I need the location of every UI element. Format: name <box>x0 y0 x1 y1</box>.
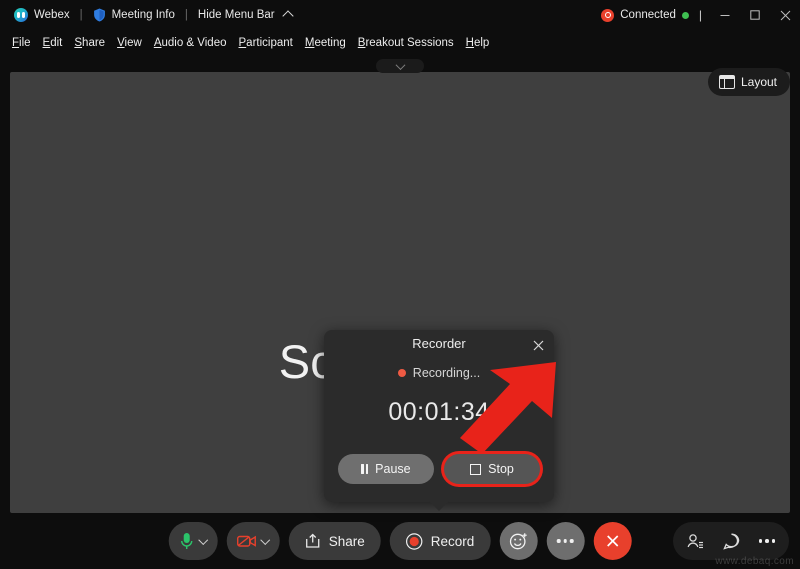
menu-item-view[interactable]: View <box>111 34 148 52</box>
chevron-up-icon <box>281 10 294 22</box>
record-circle-icon <box>406 532 423 550</box>
more-options-button[interactable] <box>546 522 585 560</box>
reaction-smiley-icon <box>509 533 527 550</box>
hide-menu-bar-label: Hide Menu Bar <box>197 9 275 21</box>
menu-rest-participant: articipant <box>246 36 293 49</box>
video-toggle-group[interactable] <box>226 522 280 560</box>
menu-rest-breakout: reakout Sessions <box>365 36 454 49</box>
title-bar-separator-2: | <box>184 9 188 21</box>
collapse-header-button[interactable] <box>376 59 424 73</box>
chat-panel-button[interactable] <box>713 523 749 559</box>
menu-rest-view: iew <box>124 36 142 49</box>
menu-item-audio-video[interactable]: Audio & Video <box>148 34 233 52</box>
stop-button-label: Stop <box>488 462 514 476</box>
menu-item-breakout-sessions[interactable]: Breakout Sessions <box>352 34 460 52</box>
menu-rest-share: hare <box>82 36 106 49</box>
layout-button-label: Layout <box>740 75 777 89</box>
app-name-label: Webex <box>34 9 70 21</box>
connection-status[interactable]: Connected <box>601 8 689 22</box>
participants-panel-button[interactable] <box>677 523 713 559</box>
recorder-timer: 00:01:34 <box>388 398 490 426</box>
chat-bubble-icon <box>722 533 739 550</box>
recording-indicator-icon <box>601 8 615 22</box>
menu-item-meeting[interactable]: Meeting <box>299 34 352 52</box>
title-bar-separator-1: | <box>79 9 83 21</box>
control-bar-center-group: Share Record <box>168 522 632 560</box>
more-options-icon <box>557 539 574 543</box>
menu-item-edit[interactable]: Edit <box>37 34 69 52</box>
layout-grid-icon <box>718 75 735 89</box>
title-bar-left-group: Webex | Meeting Info | Hide Menu Bar <box>0 6 298 24</box>
meeting-info-label: Meeting Info <box>111 9 175 21</box>
title-bar: Webex | Meeting Info | Hide Menu Bar Con… <box>0 0 800 30</box>
menu-item-share[interactable]: Share <box>68 34 111 52</box>
mute-toggle-group[interactable] <box>168 522 218 560</box>
menu-item-file[interactable]: File <box>6 34 37 52</box>
share-button-label: Share <box>328 533 365 549</box>
close-icon <box>533 340 543 350</box>
recorder-actions: Pause Stop <box>338 454 540 484</box>
webex-app-entry[interactable]: Webex <box>8 6 76 24</box>
layout-button[interactable]: Layout <box>707 68 790 96</box>
share-screen-icon <box>306 533 320 548</box>
menu-rest-help: elp <box>473 36 490 49</box>
stop-square-icon <box>470 463 482 475</box>
reactions-button[interactable] <box>499 522 538 560</box>
title-bar-right-group: Connected | <box>601 0 800 30</box>
meeting-control-bar: Share Record www.debaq.com <box>0 513 800 569</box>
webex-meeting-window: Webex | Meeting Info | Hide Menu Bar Con… <box>0 0 800 569</box>
camera-off-icon <box>237 535 256 547</box>
record-button-label: Record <box>430 533 475 549</box>
maximize-icon <box>750 10 760 20</box>
recorder-status: Recording... <box>324 366 554 380</box>
pause-button-label: Pause <box>375 462 411 476</box>
video-options-chevron-down-icon[interactable] <box>260 534 271 545</box>
mic-options-chevron-down-icon[interactable] <box>198 534 209 545</box>
menu-bar: File Edit Share View Audio & Video Parti… <box>0 30 800 55</box>
site-watermark: www.debaq.com <box>715 556 794 567</box>
connection-status-label: Connected <box>620 9 676 21</box>
maximize-button[interactable] <box>740 0 770 30</box>
close-window-button[interactable] <box>770 0 800 30</box>
menu-item-participant[interactable]: Participant <box>233 34 299 52</box>
close-icon <box>780 10 790 20</box>
menu-item-help[interactable]: Help <box>460 34 496 52</box>
menu-accel-view: V <box>117 36 125 49</box>
pause-icon <box>361 464 369 474</box>
chevron-down-icon <box>395 59 405 70</box>
webex-logo-icon <box>14 8 28 22</box>
menu-accel-help: H <box>465 36 474 49</box>
menu-rest-meeting: eeting <box>314 36 346 49</box>
more-panel-icon <box>758 539 776 543</box>
recorder-close-button[interactable] <box>528 335 548 355</box>
recorder-panel: Recorder Recording... 00:01:34 Pause Sto… <box>324 330 554 511</box>
record-button[interactable]: Record <box>389 522 491 560</box>
leave-meeting-button[interactable] <box>593 522 632 560</box>
recorder-status-label: Recording... <box>412 366 481 380</box>
menu-rest-file: ile <box>19 36 31 49</box>
leave-meeting-icon <box>606 535 618 547</box>
menu-accel-file: F <box>12 36 20 49</box>
meeting-info-button[interactable]: Meeting Info <box>87 6 181 24</box>
menu-rest-audio-video: udio & Video <box>161 36 227 49</box>
minimize-icon <box>720 15 730 16</box>
share-content-button[interactable]: Share <box>288 522 381 560</box>
shield-icon <box>93 8 105 22</box>
menu-accel-share: S <box>74 36 83 49</box>
stop-recording-button[interactable]: Stop <box>444 454 540 484</box>
recorder-panel-tail <box>429 501 449 511</box>
minimize-button[interactable] <box>710 0 740 30</box>
more-panels-button[interactable] <box>749 523 785 559</box>
hide-menu-bar-button[interactable]: Hide Menu Bar <box>192 7 298 23</box>
participants-icon <box>687 533 703 548</box>
control-bar-right-group <box>673 522 789 560</box>
recorder-panel-title: Recorder <box>412 336 466 351</box>
menu-accel-meeting: M <box>304 36 315 49</box>
microphone-icon <box>181 533 193 549</box>
title-bar-divider: | <box>698 8 702 22</box>
recording-status-dot-icon <box>397 369 406 377</box>
connection-quality-dot <box>681 11 689 19</box>
menu-rest-edit: dit <box>50 36 63 49</box>
pause-recording-button[interactable]: Pause <box>338 454 434 484</box>
